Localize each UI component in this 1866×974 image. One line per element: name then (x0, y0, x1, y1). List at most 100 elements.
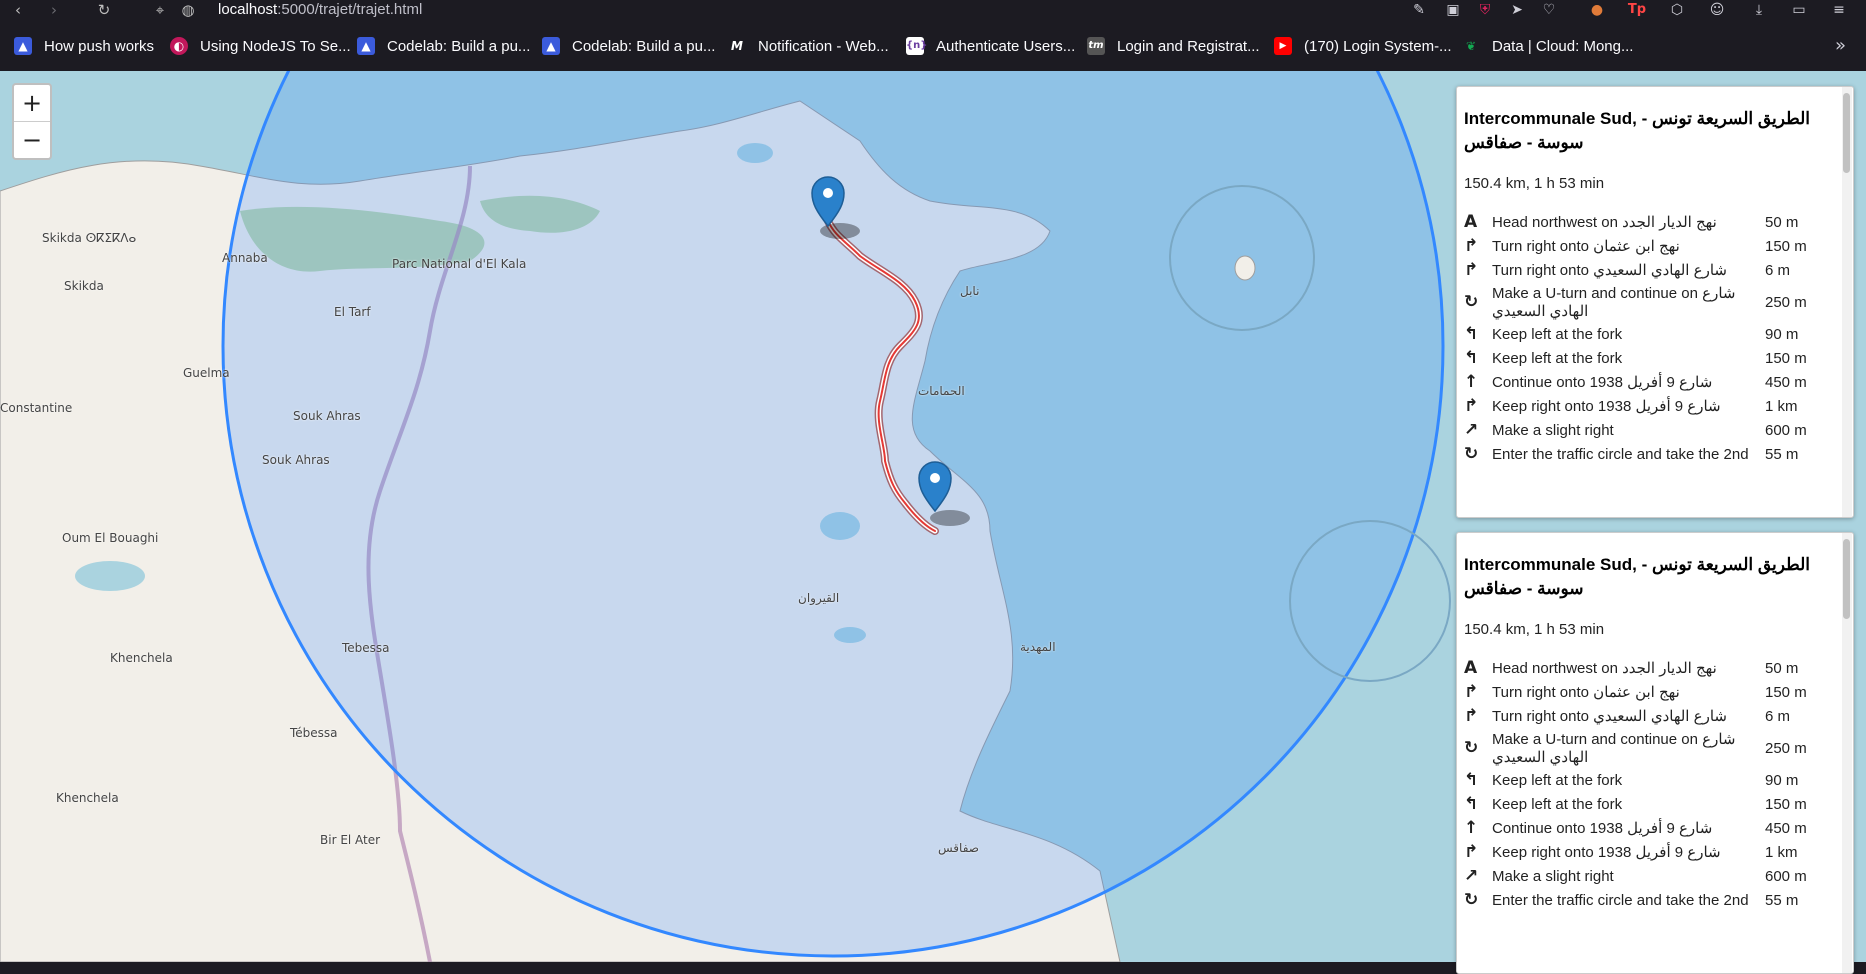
step-instruction: Keep left at the fork (1492, 771, 1623, 789)
map-place-label: Annaba (222, 251, 268, 265)
step-instruction: Keep right onto شارع 9 أفريل 1938 (1492, 398, 1721, 415)
box-icon[interactable]: ⬡ (1665, 0, 1689, 20)
route-steps-table: A Head northwest on نهج الديار الجدد 50 m ↱… (1464, 210, 1829, 466)
bookmark-favicon: ◐ (170, 37, 188, 55)
camera-icon[interactable]: ▣ (1441, 0, 1465, 20)
step-distance: 1 km (1765, 843, 1798, 861)
zoom-in-button[interactable]: + (14, 85, 50, 121)
island (1234, 255, 1256, 281)
step-distance: 250 m (1765, 293, 1807, 311)
bookmark-favicon: {n} (906, 37, 927, 55)
step-distance: 1 km (1765, 397, 1798, 415)
forward-icon[interactable]: › (44, 0, 64, 20)
menu-icon[interactable]: ≡ (1827, 0, 1851, 20)
route-step-row[interactable]: ↰ Keep left at the fork 150 m (1464, 346, 1829, 370)
globe-icon[interactable]: ◍ (178, 0, 198, 20)
route-summary: 150.4 km, 1 h 53 min (1464, 175, 1605, 192)
route-step-row[interactable]: ↱ Turn right onto شارع الهادي السعيدي 6 m (1464, 258, 1829, 282)
shield-icon[interactable]: ⛨ (1473, 0, 1497, 20)
step-instruction: Turn right onto شارع الهادي السعيدي (1492, 262, 1727, 279)
step-distance: 55 m (1765, 891, 1799, 909)
step-distance: 90 m (1765, 771, 1799, 789)
tp-icon[interactable]: Tp (1625, 0, 1649, 20)
direction-icon: ↱ (1464, 236, 1479, 256)
direction-icon: A (1464, 658, 1478, 678)
route-step-row[interactable]: ↱ Turn right onto شارع الهادي السعيدي 6 m (1464, 704, 1829, 728)
step-distance: 450 m (1765, 373, 1807, 391)
url-host: localhost (218, 1, 278, 18)
bookmark-item[interactable]: ▲ Codelab: Build a pu... (357, 33, 530, 59)
route-steps-table: A Head northwest on نهج الديار الجدد 50 m ↱… (1464, 656, 1829, 912)
step-distance: 90 m (1765, 325, 1799, 343)
panel-scrollbar[interactable] (1842, 87, 1852, 517)
bookmark-label: Login and Registrat... (1117, 37, 1260, 55)
map-place-label: Khenchela (110, 651, 173, 665)
map-place-label: Skikda ⵙⴽⵉⴽⴷⴰ (42, 231, 137, 245)
route-step-row[interactable]: A Head northwest on نهج الديار الجدد 50 m (1464, 210, 1829, 234)
bookmark-item[interactable]: ▲ How push works (14, 33, 154, 59)
route-step-row[interactable]: ↑ Continue onto شارع 9 أفريل 1938 450 m (1464, 370, 1829, 394)
download-icon[interactable]: ⤓ (1747, 0, 1771, 20)
step-distance: 600 m (1765, 867, 1807, 885)
route-step-row[interactable]: ↱ Keep right onto شارع 9 أفريل 1938 1 km (1464, 840, 1829, 864)
bookmark-item[interactable]: ◐ Using NodeJS To Se... (170, 33, 351, 59)
edit-icon[interactable]: ✎ (1407, 0, 1431, 20)
direction-icon: ↑ (1464, 818, 1479, 838)
map-place-label: Guelma (183, 366, 230, 380)
route-step-row[interactable]: ↻ Make a U-turn and continue on شارع الها… (1464, 728, 1829, 768)
route-step-row[interactable]: ↻ Enter the traffic circle and take the 2… (1464, 442, 1829, 466)
direction-icon: ↻ (1464, 292, 1479, 312)
address-bar[interactable]: localhost:5000/trajet/trajet.html (218, 0, 422, 20)
step-instruction: Turn right onto نهج ابن عثمان (1492, 684, 1680, 701)
route-step-row[interactable]: ↻ Enter the traffic circle and take the 2… (1464, 888, 1829, 912)
cookie-icon[interactable]: ● (1585, 0, 1609, 20)
route-step-row[interactable]: ↰ Keep left at the fork 90 m (1464, 322, 1829, 346)
account-icon[interactable]: ☺ (1705, 0, 1729, 20)
bookmark-item[interactable]: {n} Authenticate Users... (906, 33, 1075, 59)
route-step-row[interactable]: ↰ Keep left at the fork 90 m (1464, 768, 1829, 792)
back-icon[interactable]: ‹ (8, 0, 28, 20)
direction-icon: A (1464, 212, 1478, 232)
location-icon[interactable]: ⌖ (150, 0, 170, 20)
route-step-row[interactable]: ↑ Continue onto شارع 9 أفريل 1938 450 m (1464, 816, 1829, 840)
route-step-row[interactable]: ↱ Turn right onto نهج ابن عثمان 150 m (1464, 680, 1829, 704)
route-step-row[interactable]: ↰ Keep left at the fork 150 m (1464, 792, 1829, 816)
bookmark-item[interactable]: tm Login and Registrat... (1087, 33, 1260, 59)
route-step-row[interactable]: ↗ Make a slight right 600 m (1464, 418, 1829, 442)
map-place-label: Skikda (64, 279, 104, 293)
bookmark-favicon: ▶ (1274, 37, 1292, 55)
bookmark-item[interactable]: ❦ Data | Cloud: Mong... (1462, 33, 1634, 59)
direction-icon: ↗ (1464, 420, 1479, 440)
step-instruction: Head northwest on نهج الديار الجدد (1492, 214, 1717, 231)
bookmark-item[interactable]: ▶ (170) Login System-... (1274, 33, 1452, 59)
step-distance: 55 m (1765, 445, 1799, 463)
direction-icon: ↰ (1464, 324, 1479, 344)
map-place-label: Constantine (0, 401, 73, 415)
step-instruction: Continue onto شارع 9 أفريل 1938 (1492, 374, 1713, 391)
heart-icon[interactable]: ♡ (1537, 0, 1561, 20)
bookmark-item[interactable]: M Notification - Web... (728, 33, 889, 59)
map-place-label: Tebessa (342, 641, 390, 655)
route-step-row[interactable]: ↱ Turn right onto نهج ابن عثمان 150 m (1464, 234, 1829, 258)
bookmark-favicon: tm (1087, 37, 1105, 55)
zoom-out-button[interactable]: − (14, 121, 50, 158)
route-step-row[interactable]: ↱ Keep right onto شارع 9 أفريل 1938 1 km (1464, 394, 1829, 418)
reload-icon[interactable]: ↻ (94, 0, 114, 20)
direction-icon: ↰ (1464, 794, 1479, 814)
direction-icon: ↱ (1464, 706, 1479, 726)
step-distance: 600 m (1765, 421, 1807, 439)
step-distance: 50 m (1765, 659, 1799, 677)
step-instruction: Turn right onto نهج ابن عثمان (1492, 238, 1680, 255)
routing-instructions-panel[interactable]: Intercommunale Sud, الطريق السريعة تونس … (1456, 86, 1854, 518)
route-step-row[interactable]: A Head northwest on نهج الديار الجدد 50 m (1464, 656, 1829, 680)
route-step-row[interactable]: ↻ Make a U-turn and continue on شارع الها… (1464, 282, 1829, 322)
bookmark-item[interactable]: ▲ Codelab: Build a pu... (542, 33, 715, 59)
send-icon[interactable]: ➤ (1505, 0, 1529, 20)
map-place-label: Souk Ahras (293, 409, 361, 423)
step-instruction: Make a slight right (1492, 421, 1614, 439)
sidebar-icon[interactable]: ▭ (1787, 0, 1811, 20)
routing-instructions-panel[interactable]: Intercommunale Sud, الطريق السريعة تونس … (1456, 532, 1854, 974)
route-step-row[interactable]: ↗ Make a slight right 600 m (1464, 864, 1829, 888)
panel-scrollbar[interactable] (1842, 533, 1852, 973)
bookmarks-overflow-icon[interactable]: » (1835, 33, 1846, 59)
